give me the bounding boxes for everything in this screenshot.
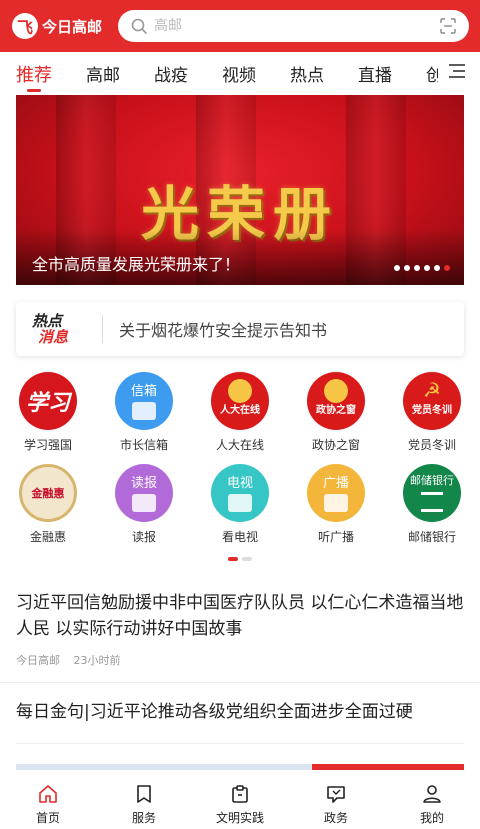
service-label: 学习强国 (23, 438, 72, 452)
tv-icon: 电视 (211, 464, 269, 522)
service-item[interactable]: 学习 学习强国 (0, 372, 96, 453)
nav-civilization[interactable]: 文明实践 (192, 783, 288, 826)
nav-home[interactable]: 首页 (0, 783, 96, 826)
service-item[interactable]: 读报 读报 (96, 464, 192, 545)
nav-government[interactable]: 政务 (288, 783, 384, 826)
pager-dot (228, 557, 238, 561)
app-logo[interactable]: 飞 今日高邮 (12, 13, 114, 39)
npc-online-icon: 人大在线 (211, 372, 269, 430)
scroll-progress (16, 764, 464, 770)
service-label: 读报 (131, 530, 156, 544)
news-item-title[interactable]: 每日金句|习近平论推动各级党组织全面进步全面过硬 (16, 699, 466, 725)
service-item[interactable]: 广播 听广播 (288, 464, 384, 545)
active-tab-indicator (27, 89, 41, 92)
service-item[interactable]: ☭ 党员冬训党员冬训 (384, 372, 480, 453)
banner-caption: 全市高质量发展光荣册来了！ (32, 255, 241, 274)
clipboard-icon (232, 785, 248, 803)
newspaper-icon: 读报 (115, 464, 173, 522)
scan-icon[interactable] (439, 17, 457, 35)
scroll-progress-fill (311, 764, 464, 770)
service-label: 市长信箱 (119, 438, 168, 452)
news-source: 今日高邮 (16, 654, 60, 667)
tab-recommend[interactable]: 推荐 (16, 61, 52, 87)
channel-menu-icon[interactable] (448, 63, 466, 79)
government-icon (327, 786, 345, 803)
nav-service[interactable]: 服务 (96, 783, 192, 826)
notice-text: 关于烟花爆竹安全提示告知书 (119, 321, 328, 340)
tab-video[interactable]: 视频 (222, 61, 256, 86)
service-label: 听广播 (317, 530, 354, 544)
channel-tabs: 推荐 高邮 战疫 视频 热点 直播 创 (0, 52, 480, 94)
divider (16, 743, 464, 744)
news-time: 23小时前 (73, 654, 121, 667)
banner-carousel[interactable]: 光荣册 全市高质量发展光荣册来了！ (16, 95, 464, 285)
divider (0, 682, 480, 683)
news-item-meta: 今日高邮 23小时前 (16, 652, 131, 668)
hot-news-badge: 热点 消息 (32, 312, 69, 346)
app-name: 今日高邮 (42, 17, 103, 36)
bookmark-icon (137, 785, 151, 803)
home-icon (39, 785, 57, 803)
tab-epidemic[interactable]: 战疫 (154, 61, 188, 86)
user-icon (423, 785, 441, 803)
tab-gaoyou[interactable]: 高邮 (86, 61, 120, 86)
logo-icon: 飞 (12, 13, 38, 39)
bottom-nav: 首页 服务 文明实践 政务 我的 (0, 775, 480, 829)
grid-pager (228, 557, 252, 561)
radio-icon: 广播 (307, 464, 365, 522)
service-item[interactable]: 邮储银行 邮储银行 (384, 464, 480, 545)
service-item[interactable]: 信箱 市长信箱 (96, 372, 192, 453)
service-label: 政协之窗 (311, 438, 360, 452)
service-item[interactable]: 电视 看电视 (192, 464, 288, 545)
cppcc-window-icon: 政协之窗 (307, 372, 365, 430)
service-label: 党员冬训 (407, 438, 456, 452)
carousel-dot (444, 265, 450, 271)
postal-bank-icon: 邮储银行 (403, 464, 461, 522)
nav-mine[interactable]: 我的 (384, 783, 480, 826)
service-label: 邮储银行 (407, 530, 456, 544)
finance-icon: 金融惠 (19, 464, 77, 522)
carousel-dot (434, 265, 440, 271)
hot-notice[interactable]: 热点 消息 关于烟花爆竹安全提示告知书 (16, 302, 464, 356)
service-item[interactable]: 人大在线 人大在线 (192, 372, 288, 453)
tab-live[interactable]: 直播 (358, 61, 392, 86)
pager-dot (242, 557, 252, 561)
tab-more-partial[interactable]: 创 (426, 61, 438, 86)
search-icon (131, 18, 147, 34)
search-input[interactable] (154, 18, 414, 34)
service-item[interactable]: 金融惠 金融惠 (0, 464, 96, 545)
xuexi-icon: 学习 (19, 372, 77, 430)
tab-hot[interactable]: 热点 (290, 61, 324, 86)
service-label: 人大在线 (215, 438, 264, 452)
top-bar: 飞 今日高邮 (0, 0, 480, 52)
search-bar[interactable] (118, 10, 469, 42)
carousel-dot (414, 265, 420, 271)
service-label: 金融惠 (29, 530, 66, 544)
carousel-indicator (394, 265, 450, 271)
service-item[interactable]: 政协之窗 政协之窗 (288, 372, 384, 453)
party-training-icon: ☭ 党员冬训 (403, 372, 461, 430)
news-item-title[interactable]: 习近平回信勉励援中非中国医疗队队员 以仁心仁术造福当地人民 以实际行动讲好中国故… (16, 590, 466, 642)
mayor-mailbox-icon: 信箱 (115, 372, 173, 430)
carousel-dot (424, 265, 430, 271)
carousel-dot (394, 265, 400, 271)
carousel-dot (404, 265, 410, 271)
divider (102, 315, 103, 343)
service-label: 看电视 (221, 530, 258, 544)
